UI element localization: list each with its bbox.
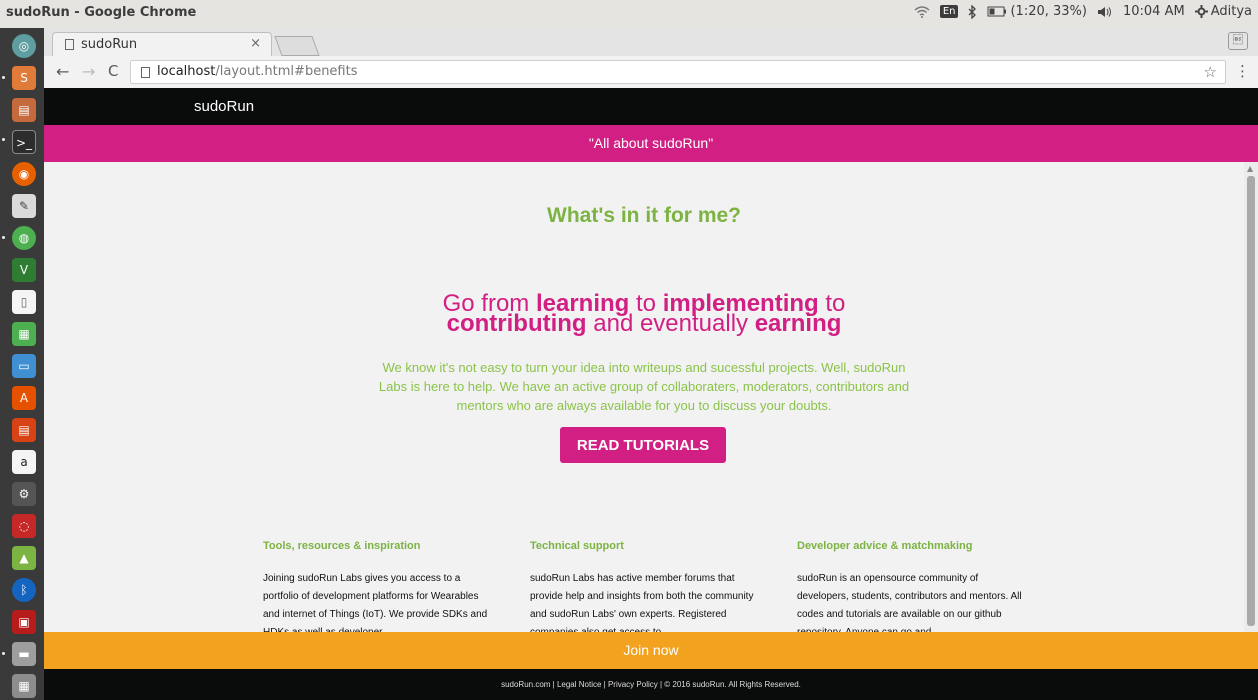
address-bar[interactable]: localhost/layout.html#benefits ☆ <box>130 60 1226 84</box>
spreadsheet-icon[interactable]: ▦ <box>12 322 36 346</box>
trash-icon[interactable]: ▦ <box>12 674 36 698</box>
headline-emphasis: earning <box>754 310 842 337</box>
battery-text: (1:20, 33%) <box>1010 4 1087 19</box>
section-heading: What's in it for me? <box>547 204 741 227</box>
url-text: localhost/layout.html#benefits <box>157 64 357 79</box>
tab-strip: sudoRun ×  <box>44 28 1258 56</box>
tab-title: sudoRun <box>81 37 138 52</box>
web-page: sudoRun "All about sudoRun" What's in it… <box>44 88 1258 700</box>
bluetooth-icon[interactable]: ᛒ <box>12 578 36 602</box>
firefox-icon[interactable]: ◉ <box>12 162 36 186</box>
url-path: /layout.html#benefits <box>215 64 358 79</box>
new-tab-button[interactable] <box>274 36 320 56</box>
running-indicator <box>2 652 5 655</box>
page-icon <box>65 39 74 50</box>
read-tutorials-button[interactable]: READ TUTORIALS <box>560 427 726 463</box>
terminal-icon[interactable]: >_ <box>12 130 36 154</box>
headline: Go from learning to implementing to cont… <box>44 292 1244 337</box>
close-tab-icon[interactable]: × <box>250 36 261 51</box>
profile-icon[interactable]:  <box>1228 32 1248 50</box>
benefits-section: What's in it for me? Go from learning to… <box>44 162 1244 638</box>
headline-emphasis: contributing <box>446 310 587 337</box>
intro-paragraph: We know it's not easy to turn your idea … <box>378 360 910 413</box>
tab-sudorun[interactable]: sudoRun × <box>52 32 272 56</box>
files-icon[interactable]: ▤ <box>12 98 36 122</box>
screen-icon[interactable]: ▣ <box>12 610 36 634</box>
feature-column-advice: Developer advice & matchmaking sudoRun i… <box>797 540 1023 642</box>
amazon-icon[interactable]: a <box>12 450 36 474</box>
clock[interactable]: 10:04 AM <box>1123 4 1185 19</box>
feature-title: Technical support <box>530 540 624 552</box>
system-settings-icon[interactable]: ⚙ <box>12 482 36 506</box>
user-name: Aditya <box>1210 4 1252 19</box>
running-indicator <box>2 138 5 141</box>
text-editor-icon[interactable]: ✎ <box>12 194 36 218</box>
back-button[interactable]: ← <box>56 62 69 81</box>
keyboard-indicator[interactable]: En <box>939 5 959 18</box>
browser-toolbar: ← → C localhost/layout.html#benefits ☆ ⋮ <box>44 56 1258 88</box>
feature-title: Tools, resources & inspiration <box>263 540 421 552</box>
url-host: localhost <box>157 64 216 79</box>
battery-icon <box>987 6 1007 17</box>
forward-button[interactable]: → <box>82 62 95 81</box>
site-banner: "All about sudoRun" <box>44 125 1258 162</box>
volume-icon[interactable] <box>1097 6 1113 18</box>
site-footer: sudoRun.com | Legal Notice | Privacy Pol… <box>44 669 1258 700</box>
join-now-link[interactable]: Join now <box>44 632 1258 669</box>
feature-column-support: Technical support sudoRun Labs has activ… <box>530 540 756 642</box>
bluetooth-icon[interactable] <box>968 4 977 19</box>
system-tray: En (1:20, 33%) 10:04 AM Aditya <box>914 4 1252 19</box>
document-icon[interactable]: ▯ <box>12 290 36 314</box>
headline-line-2: contributing and eventually earning <box>446 310 842 337</box>
running-indicator <box>2 236 5 239</box>
settings-gear-icon <box>1194 5 1208 18</box>
browser-chrome: sudoRun ×  ← → C localhost/layout.html#… <box>44 28 1258 88</box>
software-center-icon[interactable]: A <box>12 386 36 410</box>
user-menu[interactable]: Aditya <box>1194 4 1252 19</box>
site-navbar: sudoRun <box>44 88 1258 125</box>
chrome-icon[interactable]: ◍ <box>12 226 36 250</box>
site-brand[interactable]: sudoRun <box>194 98 254 115</box>
feature-title: Developer advice & matchmaking <box>797 540 973 552</box>
battery-status[interactable]: (1:20, 33%) <box>987 4 1087 19</box>
page-info-icon <box>141 67 150 78</box>
presentation-icon[interactable]: ▭ <box>12 354 36 378</box>
reload-button[interactable]: C <box>108 62 118 80</box>
launcher: ◎ S ▤ >_ ◉ ✎ ◍ V ▯ ▦ ▭ A ▤ a ⚙ ◌ ▲ ᛒ ▣ ▬… <box>0 28 44 700</box>
window-title: sudoRun - Google Chrome <box>6 5 197 20</box>
scroll-up-arrow-icon[interactable]: ▲ <box>1247 164 1253 173</box>
android-icon[interactable]: ▲ <box>12 546 36 570</box>
system-top-bar: sudoRun - Google Chrome En (1:20, 33%) 1… <box>0 0 1258 28</box>
sublime-icon[interactable]: S <box>12 66 36 90</box>
chrome-menu-icon[interactable]: ⋮ <box>1235 62 1250 80</box>
running-indicator <box>2 76 5 79</box>
bookmark-star-icon[interactable]: ☆ <box>1204 63 1217 81</box>
feature-column-tools: Tools, resources & inspiration Joining s… <box>263 540 489 642</box>
vim-icon[interactable]: V <box>12 258 36 282</box>
drive-icon[interactable]: ▬ <box>12 642 36 666</box>
page-scrollbar[interactable]: ▲ <box>1244 162 1258 632</box>
document-viewer-icon[interactable]: ▤ <box>12 418 36 442</box>
scrollbar-thumb[interactable] <box>1247 176 1255 626</box>
disk-icon[interactable]: ◌ <box>12 514 36 538</box>
wifi-icon[interactable] <box>914 5 930 18</box>
dash-icon[interactable]: ◎ <box>12 34 36 58</box>
